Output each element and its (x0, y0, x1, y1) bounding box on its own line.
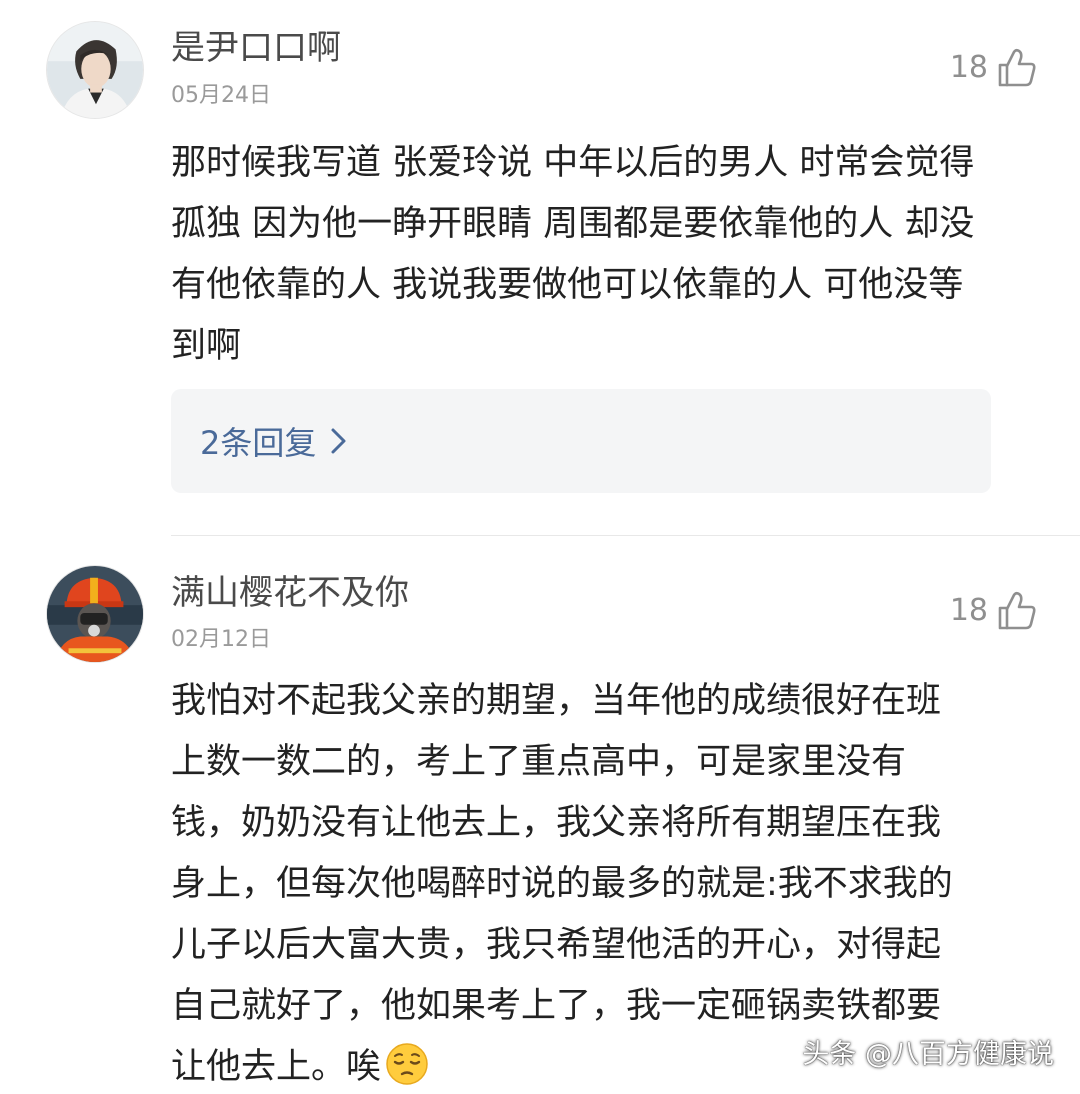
like-count: 18 (949, 50, 988, 85)
comment-item: 是尹口口啊 05月24日 18 那时候我写道 张爱玲说 中年以后的男人 时常会觉… (0, 0, 1080, 537)
avatar[interactable] (46, 21, 144, 119)
comment-date: 02月12日 (171, 627, 271, 652)
like-button[interactable]: 18 (950, 45, 1038, 91)
comment-body-line: 有他依靠的人 我说我要做他可以依靠的人 可他没等 (171, 265, 964, 305)
comment-item: 满山樱花不及你 02月12日 18 我怕对不起我父亲的期望，当年他的成绩很好在班… (0, 537, 1080, 1094)
comment-body-line: 自己就好了，他如果考上了，我一定砸锅卖铁都要 (171, 986, 942, 1026)
comment-body-line: 到啊 (171, 326, 242, 366)
avatar[interactable] (46, 565, 144, 663)
comment-divider (171, 535, 1080, 536)
comment-body: 我怕对不起我父亲的期望，当年他的成绩很好在班 上数一数二的，考上了重点高中，可是… (171, 671, 1041, 1094)
comments-page: 是尹口口啊 05月24日 18 那时候我写道 张爱玲说 中年以后的男人 时常会觉… (0, 0, 1080, 1094)
like-count: 18 (949, 593, 988, 628)
comment-body-line: 那时候我写道 张爱玲说 中年以后的男人 时常会觉得 (171, 143, 975, 183)
comment-body-line: 钱，奶奶没有让他去上，我父亲将所有期望压在我 (171, 803, 942, 843)
comment-body-line: 身上，但每次他喝醉时说的最多的就是:我不求我的 (171, 864, 953, 904)
comment-date: 05月24日 (171, 83, 271, 108)
avatar-portrait-icon (47, 22, 143, 118)
comment-body-line: 儿子以后大富大贵，我只希望他活的开心，对得起 (171, 925, 942, 965)
pensive-face-emoji-icon (385, 1042, 429, 1086)
comment-body-line: 我怕对不起我父亲的期望，当年他的成绩很好在班 (171, 681, 942, 721)
thumbs-up-icon (996, 47, 1038, 89)
replies-count-label: 2条回复 (200, 424, 317, 462)
thumbs-up-icon (996, 590, 1038, 632)
view-replies-button[interactable]: 2条回复 (171, 389, 991, 493)
username[interactable]: 满山樱花不及你 (171, 573, 409, 613)
comment-body-line: 孤独 因为他一睁开眼睛 周围都是要依靠他的人 却没 (171, 204, 975, 244)
watermark: 头条 @八百方健康说 (802, 1039, 1054, 1070)
avatar-firefighter-icon (47, 566, 143, 662)
username[interactable]: 是尹口口啊 (171, 28, 341, 68)
chevron-right-icon (330, 427, 348, 455)
comment-body-line-text: 让他去上。唉 (171, 1047, 382, 1087)
comment-body-line: 上数一数二的，考上了重点高中，可是家里没有 (171, 742, 907, 782)
comment-body: 那时候我写道 张爱玲说 中年以后的男人 时常会觉得 孤独 因为他一睁开眼睛 周围… (171, 133, 1041, 377)
like-button[interactable]: 18 (950, 588, 1038, 634)
